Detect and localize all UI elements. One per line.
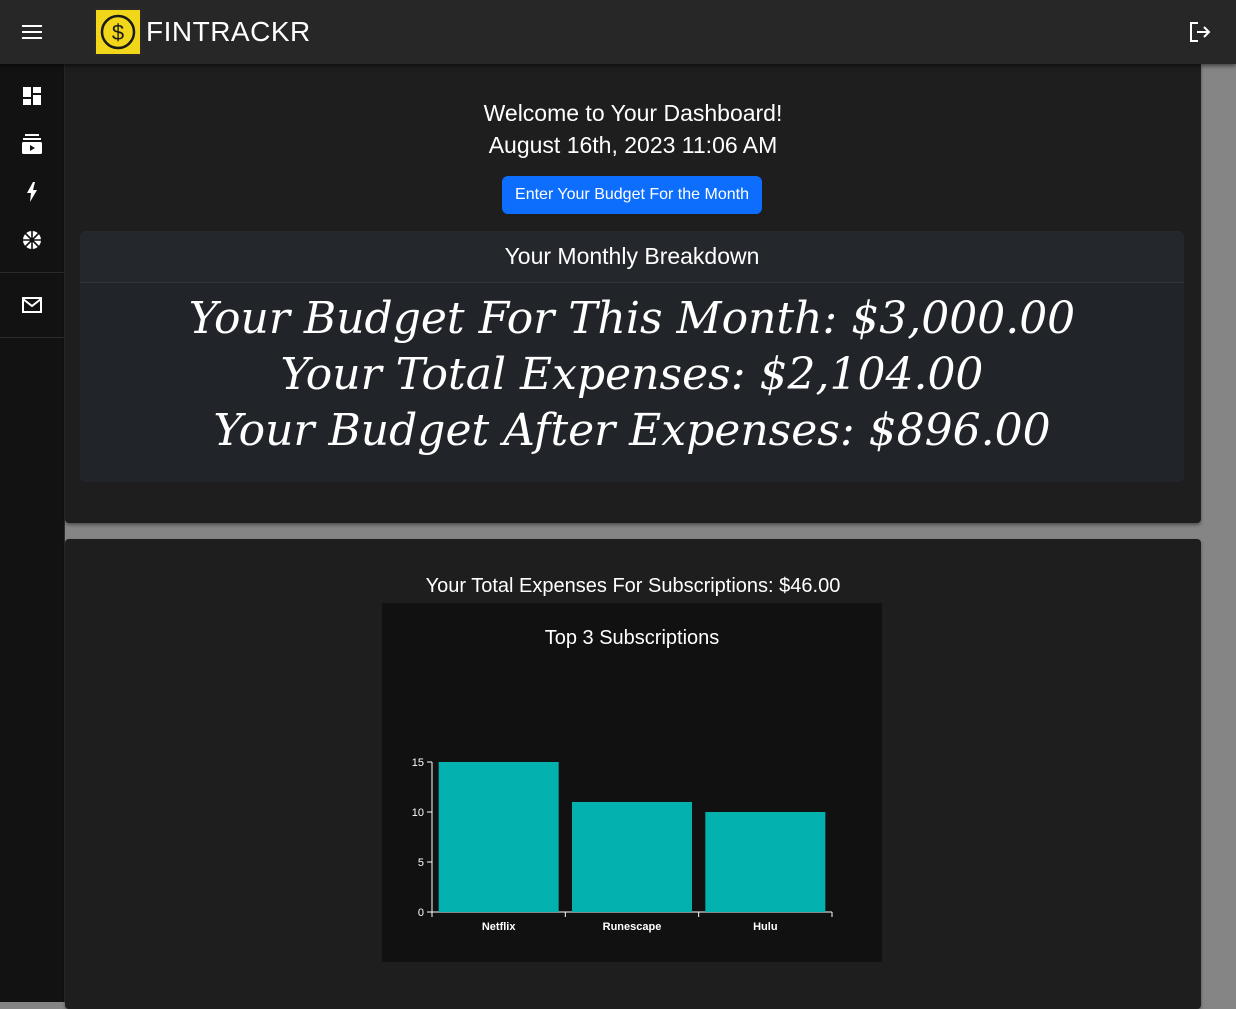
subscriptions-card: Your Total Expenses For Subscriptions: $… xyxy=(65,539,1201,1009)
bar-runescape xyxy=(572,802,692,912)
y-tick-label: 10 xyxy=(412,807,424,819)
y-tick-label: 0 xyxy=(418,907,424,919)
sidebar-item-dashboard[interactable] xyxy=(0,72,64,120)
sidebar-item-mail[interactable] xyxy=(0,281,64,329)
breakdown-body: Your Budget For This Month: $3,000.00 Yo… xyxy=(80,283,1184,459)
sidebar-item-subscriptions[interactable] xyxy=(0,120,64,168)
breakdown-title: Your Monthly Breakdown xyxy=(80,231,1184,283)
subscriptions-chart: Top 3 Subscriptions 0 5 10 15 Netflix Runesca… xyxy=(382,603,882,962)
monthly-breakdown-card: Your Monthly Breakdown Your Budget For T… xyxy=(80,231,1184,482)
bar-hulu xyxy=(705,812,826,912)
logo-symbol: $ xyxy=(112,20,124,45)
enter-budget-button[interactable]: Enter Your Budget For the Month xyxy=(502,176,762,214)
expenses-line: Your Total Expenses: $2,104.00 xyxy=(280,349,984,400)
budget-line: Your Budget For This Month: $3,000.00 xyxy=(188,293,1076,344)
x-tick-label: Netflix xyxy=(482,921,517,933)
app-logo[interactable]: $ FINTRACKR xyxy=(94,8,311,56)
subscriptions-total: Your Total Expenses For Subscriptions: $… xyxy=(425,575,841,597)
current-datetime: August 16th, 2023 11:06 AM xyxy=(488,132,778,158)
x-tick-label: Runescape xyxy=(603,921,662,933)
bar-netflix xyxy=(438,762,559,912)
dashboard-card: Welcome to Your Dashboard! August 16th, … xyxy=(65,64,1201,523)
dollar-coin-icon: $ xyxy=(94,8,142,56)
sidebar-main-group xyxy=(0,64,64,273)
mail-icon xyxy=(22,297,42,313)
sidebar xyxy=(0,64,65,1002)
sidebar-item-bolt[interactable] xyxy=(0,168,64,216)
bar-chart: 0 5 10 15 Netflix Runescape Hulu xyxy=(412,757,833,933)
logout-icon[interactable] xyxy=(1182,14,1218,50)
sidebar-item-sports[interactable] xyxy=(0,216,64,264)
welcome-block: Welcome to Your Dashboard! August 16th, … xyxy=(65,97,1201,161)
sidebar-secondary-group xyxy=(0,273,64,338)
x-tick-label: Hulu xyxy=(753,921,777,933)
y-tick-label: 5 xyxy=(418,857,424,869)
app-name: FINTRACKR xyxy=(146,16,311,47)
y-tick-label: 15 xyxy=(412,757,424,769)
basketball-icon xyxy=(23,231,41,249)
app-header: $ FINTRACKR xyxy=(0,0,1236,64)
bolt-icon xyxy=(27,182,37,202)
welcome-heading: Welcome to Your Dashboard! xyxy=(483,100,783,126)
hamburger-icon[interactable] xyxy=(14,14,50,50)
dashboard-icon xyxy=(23,87,41,105)
subscriptions-icon xyxy=(22,134,42,154)
after-expenses-line: Your Budget After Expenses: $896.00 xyxy=(213,405,1051,456)
